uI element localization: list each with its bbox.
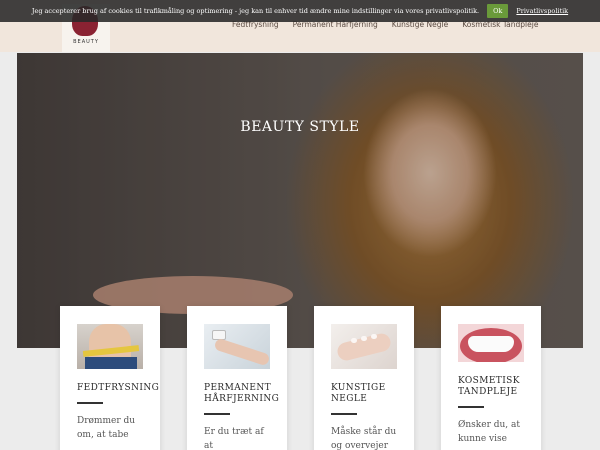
card-divider	[458, 406, 484, 408]
negle-image	[331, 324, 397, 369]
card-divider	[77, 402, 103, 404]
card-divider	[204, 413, 230, 415]
service-card-fedtfrysning[interactable]: FEDTFRYSNING Drømmer du om, at tabe	[60, 306, 160, 450]
card-title: FEDTFRYSNING	[77, 383, 160, 393]
card-text: Ønsker du, at kunne vise	[458, 420, 520, 444]
tandpleje-image	[458, 324, 524, 362]
card-text: Drømmer du om, at tabe	[77, 416, 136, 440]
card-title: KOSMETISK TANDPLEJE	[458, 376, 520, 397]
haarfjerning-image	[204, 324, 270, 369]
cookie-text: Jeg accepterer brug af cookies til trafi…	[31, 7, 480, 15]
logo-text: BEAUTY	[73, 39, 99, 45]
hero-overlay	[17, 53, 583, 348]
card-text: Er du træt af at	[204, 427, 264, 450]
card-title: KUNSTIGE NEGLE	[331, 383, 386, 404]
card-text: Måske står du og overvejer	[331, 427, 397, 450]
service-card-negle[interactable]: KUNSTIGE NEGLE Måske står du og overveje…	[314, 306, 414, 450]
cookie-ok-button[interactable]: Ok	[487, 4, 509, 18]
service-card-tandpleje[interactable]: KOSMETISK TANDPLEJE Ønsker du, at kunne …	[441, 306, 541, 450]
cookie-banner: Jeg accepterer brug af cookies til trafi…	[0, 0, 600, 22]
service-card-haarfjerning[interactable]: PERMANENT HÅRFJERNING Er du træt af at	[187, 306, 287, 450]
hero-banner: BEAUTY STYLE	[17, 53, 583, 348]
card-title: PERMANENT HÅRFJERNING	[204, 383, 280, 404]
card-divider	[331, 413, 357, 415]
hero-title: BEAUTY STYLE	[240, 119, 360, 135]
fedtfrysning-image	[77, 324, 143, 369]
privacy-policy-link[interactable]: Privatlivspolitik	[516, 7, 568, 15]
